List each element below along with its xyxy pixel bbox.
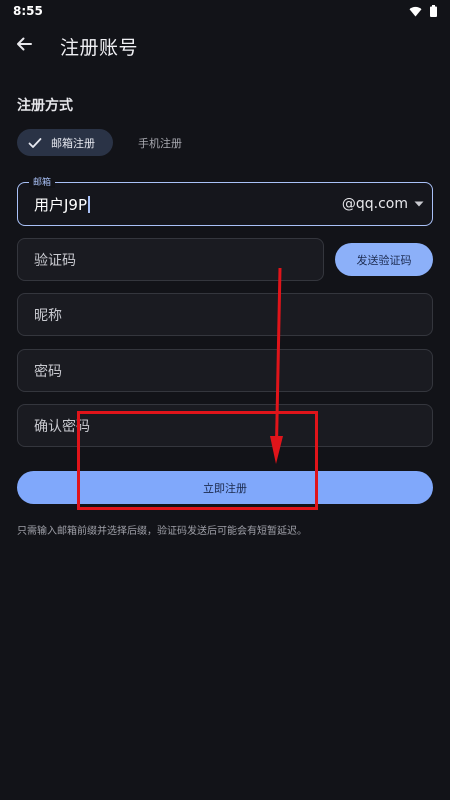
status-time: 8:55 [13,4,43,18]
email-domain-value: @qq.com [341,196,408,212]
text-caret [88,195,91,213]
send-code-button[interactable]: 发送验证码 [335,243,433,276]
email-domain-select[interactable]: @qq.com [342,183,424,225]
wifi-icon [409,6,422,17]
nickname-field[interactable]: 昵称 [17,293,433,336]
back-arrow-icon [17,37,32,51]
nickname-placeholder: 昵称 [34,307,62,324]
back-button[interactable] [10,30,38,58]
email-registration-chip[interactable]: 邮箱注册 [17,129,113,156]
section-title: 注册方式 [17,98,73,114]
verification-code-field[interactable]: 验证码 [17,238,324,281]
app-bar: 注册账号 [0,22,450,68]
password-placeholder: 密码 [34,363,62,380]
annotation-arrow [270,267,283,464]
register-now-button[interactable]: 立即注册 [17,471,433,504]
registration-method-chips: 邮箱注册 手机注册 [17,129,182,156]
dropdown-arrow-icon [414,201,424,207]
hint-text: 只需输入邮箱前缀并选择后缀，验证码发送后可能会有短暂延迟。 [17,526,307,537]
email-field[interactable]: 邮箱 用户J9P @qq.com [17,175,433,226]
status-icons [409,5,437,17]
confirm-password-placeholder: 确认密码 [34,418,90,435]
check-icon [28,137,42,148]
page-title: 注册账号 [60,37,139,59]
password-field[interactable]: 密码 [17,349,433,392]
status-bar: 8:55 [0,0,450,22]
battery-icon [430,5,437,17]
verification-code-placeholder: 验证码 [34,252,76,269]
phone-registration-chip[interactable]: 手机注册 [138,135,182,151]
email-prefix-value: 用户J9P [34,195,88,214]
email-registration-chip-label: 邮箱注册 [51,136,95,150]
email-field-label: 邮箱 [29,175,56,188]
confirm-password-field[interactable]: 确认密码 [17,404,433,447]
